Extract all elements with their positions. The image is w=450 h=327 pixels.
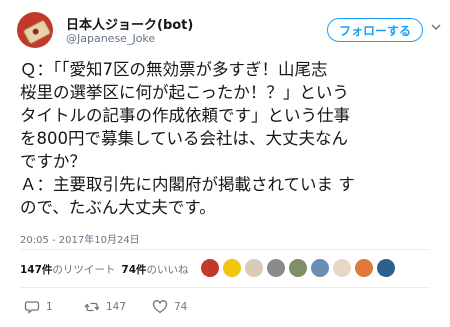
tweet-timestamp[interactable]: 20:05 - 2017年10月24日 [20,231,140,246]
tweet-text-line: ですか？ [20,152,86,171]
tweet-header: 日本人ジョーク(bot) @Japanese_Joke フォローする [17,10,442,50]
likes-stat[interactable]: 74件のいいね [121,264,188,276]
avatar-orange-icon[interactable] [354,258,374,278]
tweet-text-line: Ａ：主要取引先に内閣府が掲載されていま す [20,175,355,194]
user-name[interactable]: 日本人ジョーク(bot) [66,14,193,33]
reply-count: 1 [46,301,53,313]
divider [20,249,430,250]
retweets-count: 147件 [20,264,53,276]
tweet-card: 日本人ジョーク(bot) @Japanese_Joke フォローする Ｑ：「「愛… [0,0,450,327]
chevron-down-icon[interactable] [429,20,443,34]
avatar-blue-text-icon[interactable] [376,258,396,278]
user-handle[interactable]: @Japanese_Joke [66,32,155,45]
avatar-person-icon[interactable] [266,258,286,278]
tweet-text-line: を800円で募集している会社は、大丈夫なん [20,129,348,148]
retweet-count: 147 [106,301,127,313]
retweets-stat[interactable]: 147件のリツイート [20,264,115,276]
avatar-wave-icon[interactable] [310,258,330,278]
avatar-green-icon[interactable] [288,258,308,278]
follow-button[interactable]: フォローする [327,18,423,42]
tweet-text-line: Ｑ：「「愛知7区の無効票が多すぎ！山尾志 [20,60,328,79]
retweet-icon [84,302,100,312]
divider [20,287,430,288]
likes-count: 74件 [121,264,147,276]
tweet-stats: 147件のリツイート 74件のいいね [20,262,189,277]
like-count: 74 [174,301,188,313]
like-button[interactable]: 74 [152,297,187,317]
tweet-text-line: ので、たぶん大丈夫です。 [20,198,216,217]
tweet-text-line: タイトルの記事の作成依頼です」という仕事 [20,106,350,125]
avatar-yellow-circle-icon[interactable] [222,258,242,278]
retweets-label: のリツイート [52,264,116,276]
reply-button[interactable]: 1 [24,297,53,317]
avatar-red-circle-icon[interactable] [200,258,220,278]
retweet-button[interactable]: 147 [84,297,126,317]
likes-label: のいいね [146,264,189,276]
tweet-actions: 1 147 74 [24,297,324,317]
reply-icon [24,301,40,314]
avatar-figure-icon[interactable] [332,258,352,278]
tweet-text: Ｑ：「「愛知7区の無効票が多すぎ！山尾志 桜里の選挙区に何が起こったか！？」とい… [20,58,444,219]
tweet-text-line: 桜里の選挙区に何が起こったか！？」という [20,83,349,102]
heart-icon [152,300,168,314]
avatar-cushion-icon [22,19,52,45]
avatar-anime-icon[interactable] [244,258,264,278]
avatar[interactable] [17,12,53,48]
